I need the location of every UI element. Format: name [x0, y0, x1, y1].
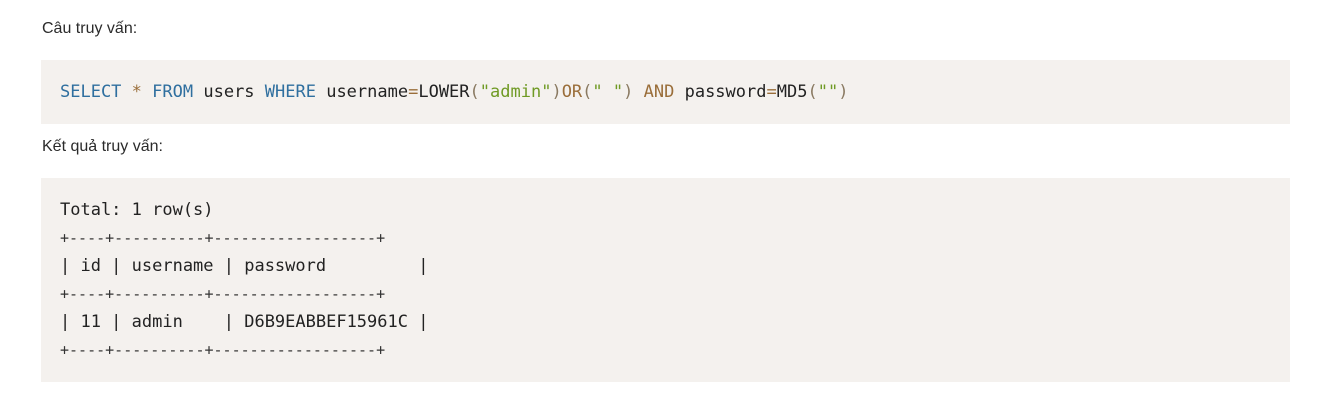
query-token-operator: *: [131, 82, 142, 102]
query-token-string: "admin": [479, 82, 552, 102]
result-label: Kết quả truy vấn:: [42, 138, 163, 155]
query-token-operator: =: [766, 82, 777, 102]
query-token-keyword: FROM: [152, 82, 194, 102]
query-token-keyword: WHERE: [264, 82, 316, 102]
result-code-block: Total: 1 row(s) +----+----------+-------…: [41, 178, 1290, 382]
table-border-bottom: +----+----------+------------------+: [60, 341, 386, 359]
query-token-plain: [121, 82, 131, 102]
query-token-function: LOWER: [418, 82, 470, 102]
query-token-plain: password: [674, 82, 767, 102]
query-token-string: " ": [592, 82, 624, 102]
query-token-paren: (: [582, 82, 593, 102]
query-token-plain: [633, 82, 643, 102]
query-token-operator: =: [408, 82, 419, 102]
table-border-mid: +----+----------+------------------+: [60, 285, 386, 303]
query-token-keyword: SELECT: [60, 82, 122, 102]
query-token-paren: ): [551, 82, 562, 102]
query-token-plain: users: [193, 82, 265, 102]
query-token-keyword2: OR: [561, 82, 583, 102]
table-header-row: | id | username | password |: [60, 256, 429, 276]
query-token-plain: username: [315, 82, 409, 102]
query-token-paren: ): [838, 82, 849, 102]
query-token-keyword2: AND: [643, 82, 675, 102]
query-token-paren: (: [807, 82, 818, 102]
query-label: Câu truy vấn:: [42, 20, 138, 37]
table-row: | 11 | admin | D6B9EABBEF15961C |: [60, 312, 429, 332]
query-token-function: MD5: [776, 82, 808, 102]
result-total: Total: 1 row(s): [60, 200, 214, 220]
query-token-plain: [142, 82, 152, 102]
query-token-paren: ): [623, 82, 634, 102]
query-token-paren: (: [469, 82, 480, 102]
table-border-top: +----+----------+------------------+: [60, 229, 386, 247]
query-code-block: SELECT * FROM users WHERE username=LOWER…: [41, 60, 1290, 124]
query-token-string: "": [817, 82, 839, 102]
